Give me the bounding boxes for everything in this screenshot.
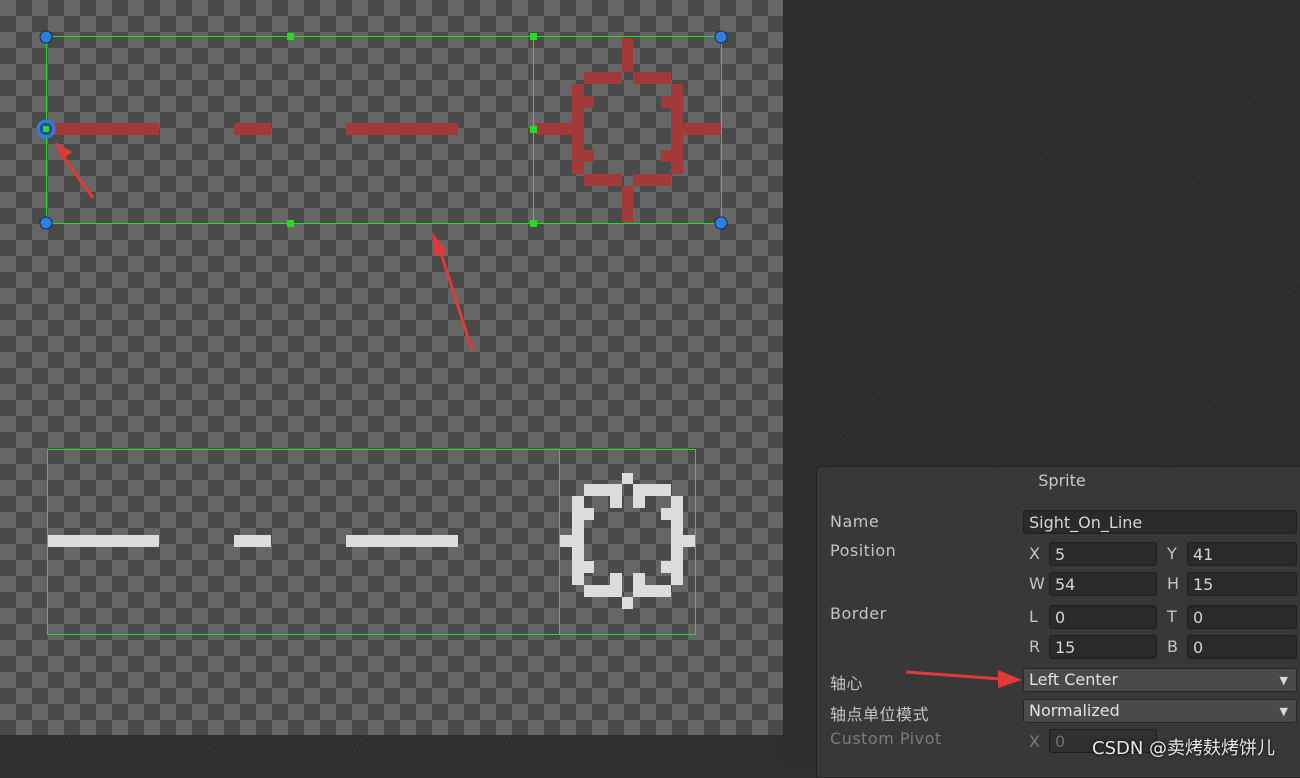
sprite-editor-panel: Sprite Name Sight_On_Line Position X 5 Y… [816,466,1300,778]
border-label: Border [830,604,887,623]
custom-pivot-x-label: X [1029,732,1040,751]
position-x-label: X [1029,544,1040,563]
position-w-input[interactable]: 54 [1049,572,1157,596]
dash-segment-3 [346,123,458,135]
position-x-input[interactable]: 5 [1049,542,1157,566]
chevron-down-icon: ▼ [1279,674,1288,687]
position-h-input[interactable]: 15 [1187,572,1297,596]
border-r-input[interactable]: 15 [1049,635,1157,659]
pivot-dropdown[interactable]: Left Center ▼ [1023,668,1297,692]
border-b-label: B [1167,637,1178,656]
panel-title: Sprite [1038,471,1086,490]
name-input[interactable]: Sight_On_Line [1023,510,1297,534]
custom-pivot-label: Custom Pivot [830,729,942,748]
position-y-label: Y [1167,544,1177,563]
annotation-arrow-pivot [55,142,95,199]
dash-segment-2 [234,123,271,135]
border-t-input[interactable]: 0 [1187,605,1297,629]
border-l-label: L [1029,607,1038,626]
position-w-label: W [1029,574,1045,593]
editor-background-bottom [0,735,783,766]
pivot-label: 轴心 [830,674,864,693]
border-l-input[interactable]: 0 [1049,605,1157,629]
name-label: Name [830,512,880,531]
watermark-text: CSDN @卖烤麸烤饼儿 [1092,738,1276,759]
pivot-unit-label: 轴点单位模式 [830,705,930,724]
annotation-arrow-edge [432,232,474,351]
border-t-label: T [1167,607,1177,626]
crosshair-shape-white [559,473,695,609]
crosshair-shape [536,38,721,222]
border-r-label: R [1029,637,1041,656]
sprite-preview-red [47,38,721,222]
border-b-input[interactable]: 0 [1187,635,1297,659]
chevron-down-icon: ▼ [1279,705,1288,718]
position-y-input[interactable]: 41 [1187,542,1297,566]
position-h-label: H [1167,574,1180,593]
sprite-canvas-overlay [36,30,728,635]
pivot-unit-dropdown-value: Normalized [1029,701,1120,720]
position-label: Position [830,541,897,560]
pivot-dropdown-value: Left Center [1029,670,1119,689]
dash-segment-1 [47,123,159,135]
pivot-handle[interactable] [36,119,56,139]
sprite-preview-white [47,473,695,609]
pivot-unit-dropdown[interactable]: Normalized ▼ [1023,699,1297,723]
